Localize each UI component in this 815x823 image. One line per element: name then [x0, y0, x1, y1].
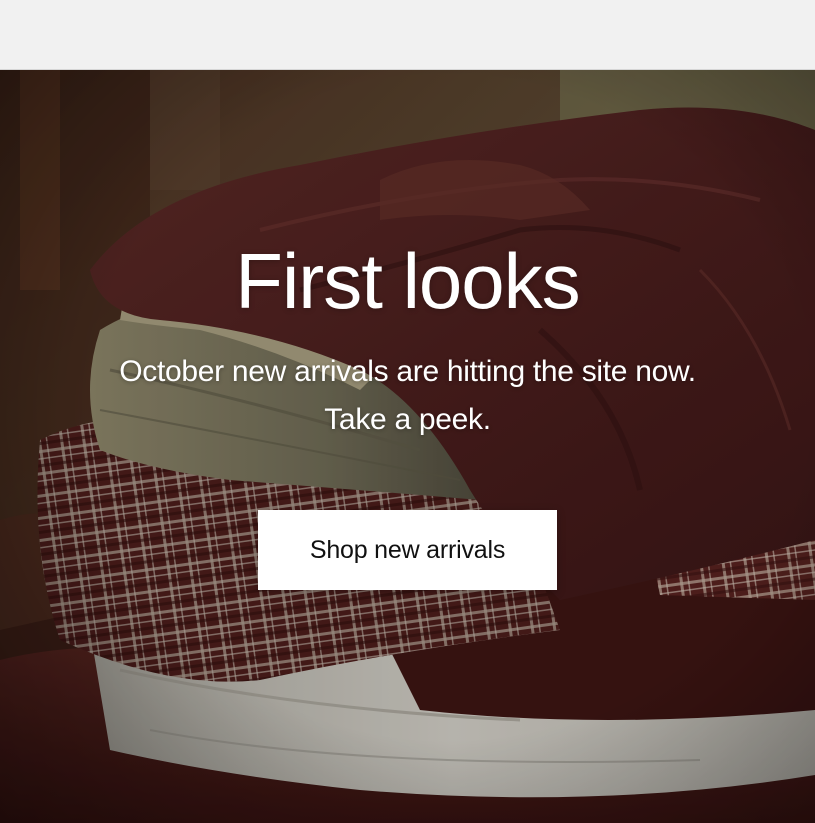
- folded-shirts-photo: [0, 70, 815, 823]
- hero-title: First looks: [235, 237, 580, 325]
- hero-banner: First looks October new arrivals are hit…: [0, 70, 815, 823]
- shop-new-arrivals-button[interactable]: Shop new arrivals: [258, 510, 557, 590]
- hero-subtitle: October new arrivals are hitting the sit…: [119, 355, 696, 388]
- top-header-band: [0, 0, 815, 70]
- hero-subtitle-line2: Take a peek.: [324, 403, 491, 436]
